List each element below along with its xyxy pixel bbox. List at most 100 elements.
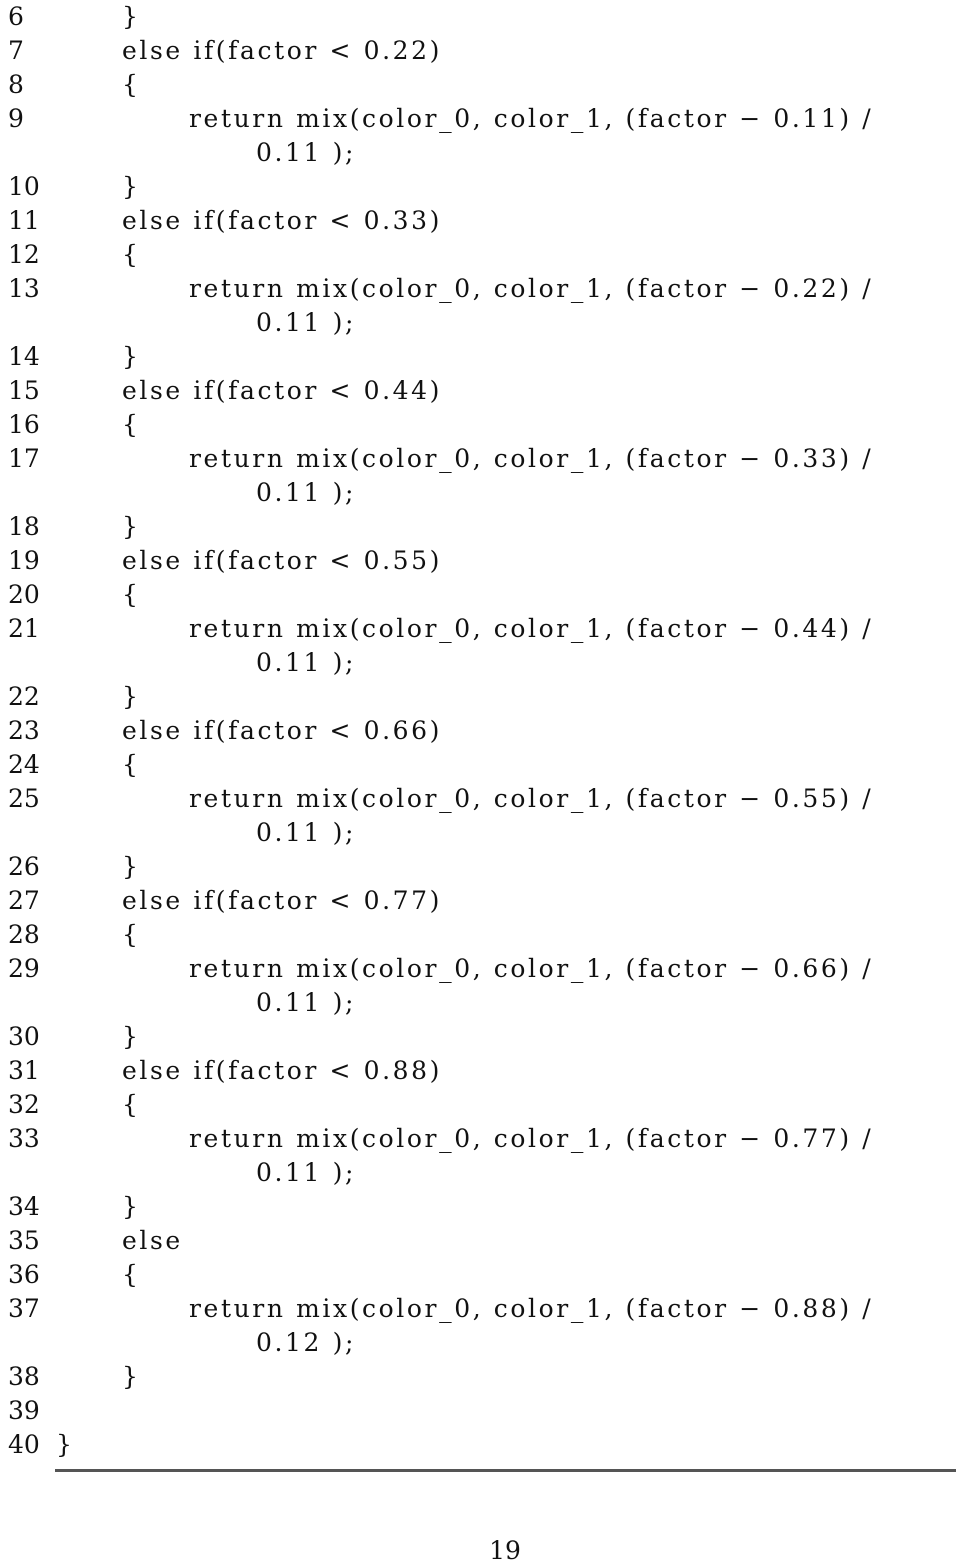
code-line: 22} [0,680,960,714]
code-text: else if(factor < 0.55) [122,546,443,575]
code-line: 35 else [0,1224,960,1258]
code-line: 13 return mix(color_0, color_1, (factor −… [0,272,960,306]
line-number: 30 [8,1022,40,1051]
code-text: { [122,920,141,949]
listing-end-rule [55,1469,956,1472]
code-line: 29 return mix(color_0, color_1, (factor −… [0,952,960,986]
code-line: 31 else if(factor < 0.88) [0,1054,960,1088]
code-text: return mix(color_0, color_1, (factor − 0… [189,274,874,303]
line-number: 31 [8,1056,40,1085]
code-text: return mix(color_0, color_1, (factor − 0… [189,1124,874,1153]
code-line: 18} [0,510,960,544]
code-line-continuation: 0.11 ); [0,136,960,170]
code-text: } [122,342,141,371]
code-line: 14} [0,340,960,374]
line-number: 33 [8,1124,40,1153]
code-line: 17 return mix(color_0, color_1, (factor −… [0,442,960,476]
line-number: 22 [8,682,40,711]
code-text: { [122,1260,141,1289]
code-text: 0.11 ); [256,1158,356,1187]
line-number: 35 [8,1226,40,1255]
code-line-continuation: 0.11 ); [0,476,960,510]
code-text: return mix(color_0, color_1, (factor − 0… [189,614,874,643]
code-line-continuation: 0.12 ); [0,1326,960,1360]
line-number: 27 [8,886,40,915]
code-text: } [122,1192,141,1221]
code-line: 26} [0,850,960,884]
code-text: } [56,1430,75,1459]
code-text: { [122,410,141,439]
code-line: 25 return mix(color_0, color_1, (factor −… [0,782,960,816]
line-number: 21 [8,614,40,643]
line-number: 39 [8,1396,40,1425]
line-number: 16 [8,410,40,439]
code-line: 23 else if(factor < 0.66) [0,714,960,748]
code-listing: 6} 7 else if(factor < 0.22) 8{ 9 return mi… [0,0,960,1462]
code-line: 38} [0,1360,960,1394]
code-text: return mix(color_0, color_1, (factor − 0… [189,104,874,133]
code-line-continuation: 0.11 ); [0,306,960,340]
code-line: 7 else if(factor < 0.22) [0,34,960,68]
code-text: 0.12 ); [256,1328,356,1357]
code-text: else if(factor < 0.44) [122,376,443,405]
line-number: 19 [8,546,40,575]
code-text: return mix(color_0, color_1, (factor − 0… [189,954,874,983]
line-number: 32 [8,1090,40,1119]
code-text: } [122,2,141,31]
code-text: } [122,1022,141,1051]
code-text: 0.11 ); [256,648,356,677]
code-line: 24 { [0,748,960,782]
line-number: 29 [8,954,40,983]
code-line: 20 { [0,578,960,612]
line-number: 7 [8,36,24,65]
code-text: return mix(color_0, color_1, (factor − 0… [189,784,874,813]
code-text: 0.11 ); [256,308,356,337]
code-line: 11 else if(factor < 0.33) [0,204,960,238]
code-line: 6} [0,0,960,34]
code-text: else if(factor < 0.22) [122,36,443,65]
code-line: 12 { [0,238,960,272]
code-line-continuation: 0.11 ); [0,1156,960,1190]
code-line: 33 return mix(color_0, color_1, (factor −… [0,1122,960,1156]
code-text: { [122,70,141,99]
code-line: 32 { [0,1088,960,1122]
code-text: 0.11 ); [256,818,356,847]
code-text: { [122,240,141,269]
code-line: 21 return mix(color_0, color_1, (factor −… [0,612,960,646]
code-text: else if(factor < 0.66) [122,716,443,745]
code-text: } [122,1362,141,1391]
code-text: { [122,580,141,609]
code-line: 19 else if(factor < 0.55) [0,544,960,578]
code-text: } [122,852,141,881]
code-line: 34} [0,1190,960,1224]
code-text: else [122,1226,183,1255]
code-line-continuation: 0.11 ); [0,816,960,850]
line-number: 15 [8,376,40,405]
line-number: 40 [8,1430,40,1459]
line-number: 14 [8,342,40,371]
line-number: 11 [8,206,40,235]
code-text: } [122,172,141,201]
line-number: 10 [8,172,40,201]
code-line: 8{ [0,68,960,102]
code-text: else if(factor < 0.33) [122,206,443,235]
code-line-continuation: 0.11 ); [0,986,960,1020]
code-line: 36 { [0,1258,960,1292]
code-text: return mix(color_0, color_1, (factor − 0… [189,444,874,473]
code-text: else if(factor < 0.88) [122,1056,443,1085]
code-line: 37 return mix(color_0, color_1, (factor −… [0,1292,960,1326]
line-number: 23 [8,716,40,745]
line-number: 20 [8,580,40,609]
code-line: 10} [0,170,960,204]
code-line: 16 { [0,408,960,442]
code-text: } [122,682,141,711]
line-number: 36 [8,1260,40,1289]
code-text: 0.11 ); [256,988,356,1017]
line-number: 8 [8,70,24,99]
code-line: 27 else if(factor < 0.77) [0,884,960,918]
code-line: 30} [0,1020,960,1054]
code-text: return mix(color_0, color_1, (factor − 0… [189,1294,874,1323]
code-line: 40} [0,1428,960,1462]
code-line: 9 return mix(color_0, color_1, (factor − … [0,102,960,136]
code-text: } [122,512,141,541]
